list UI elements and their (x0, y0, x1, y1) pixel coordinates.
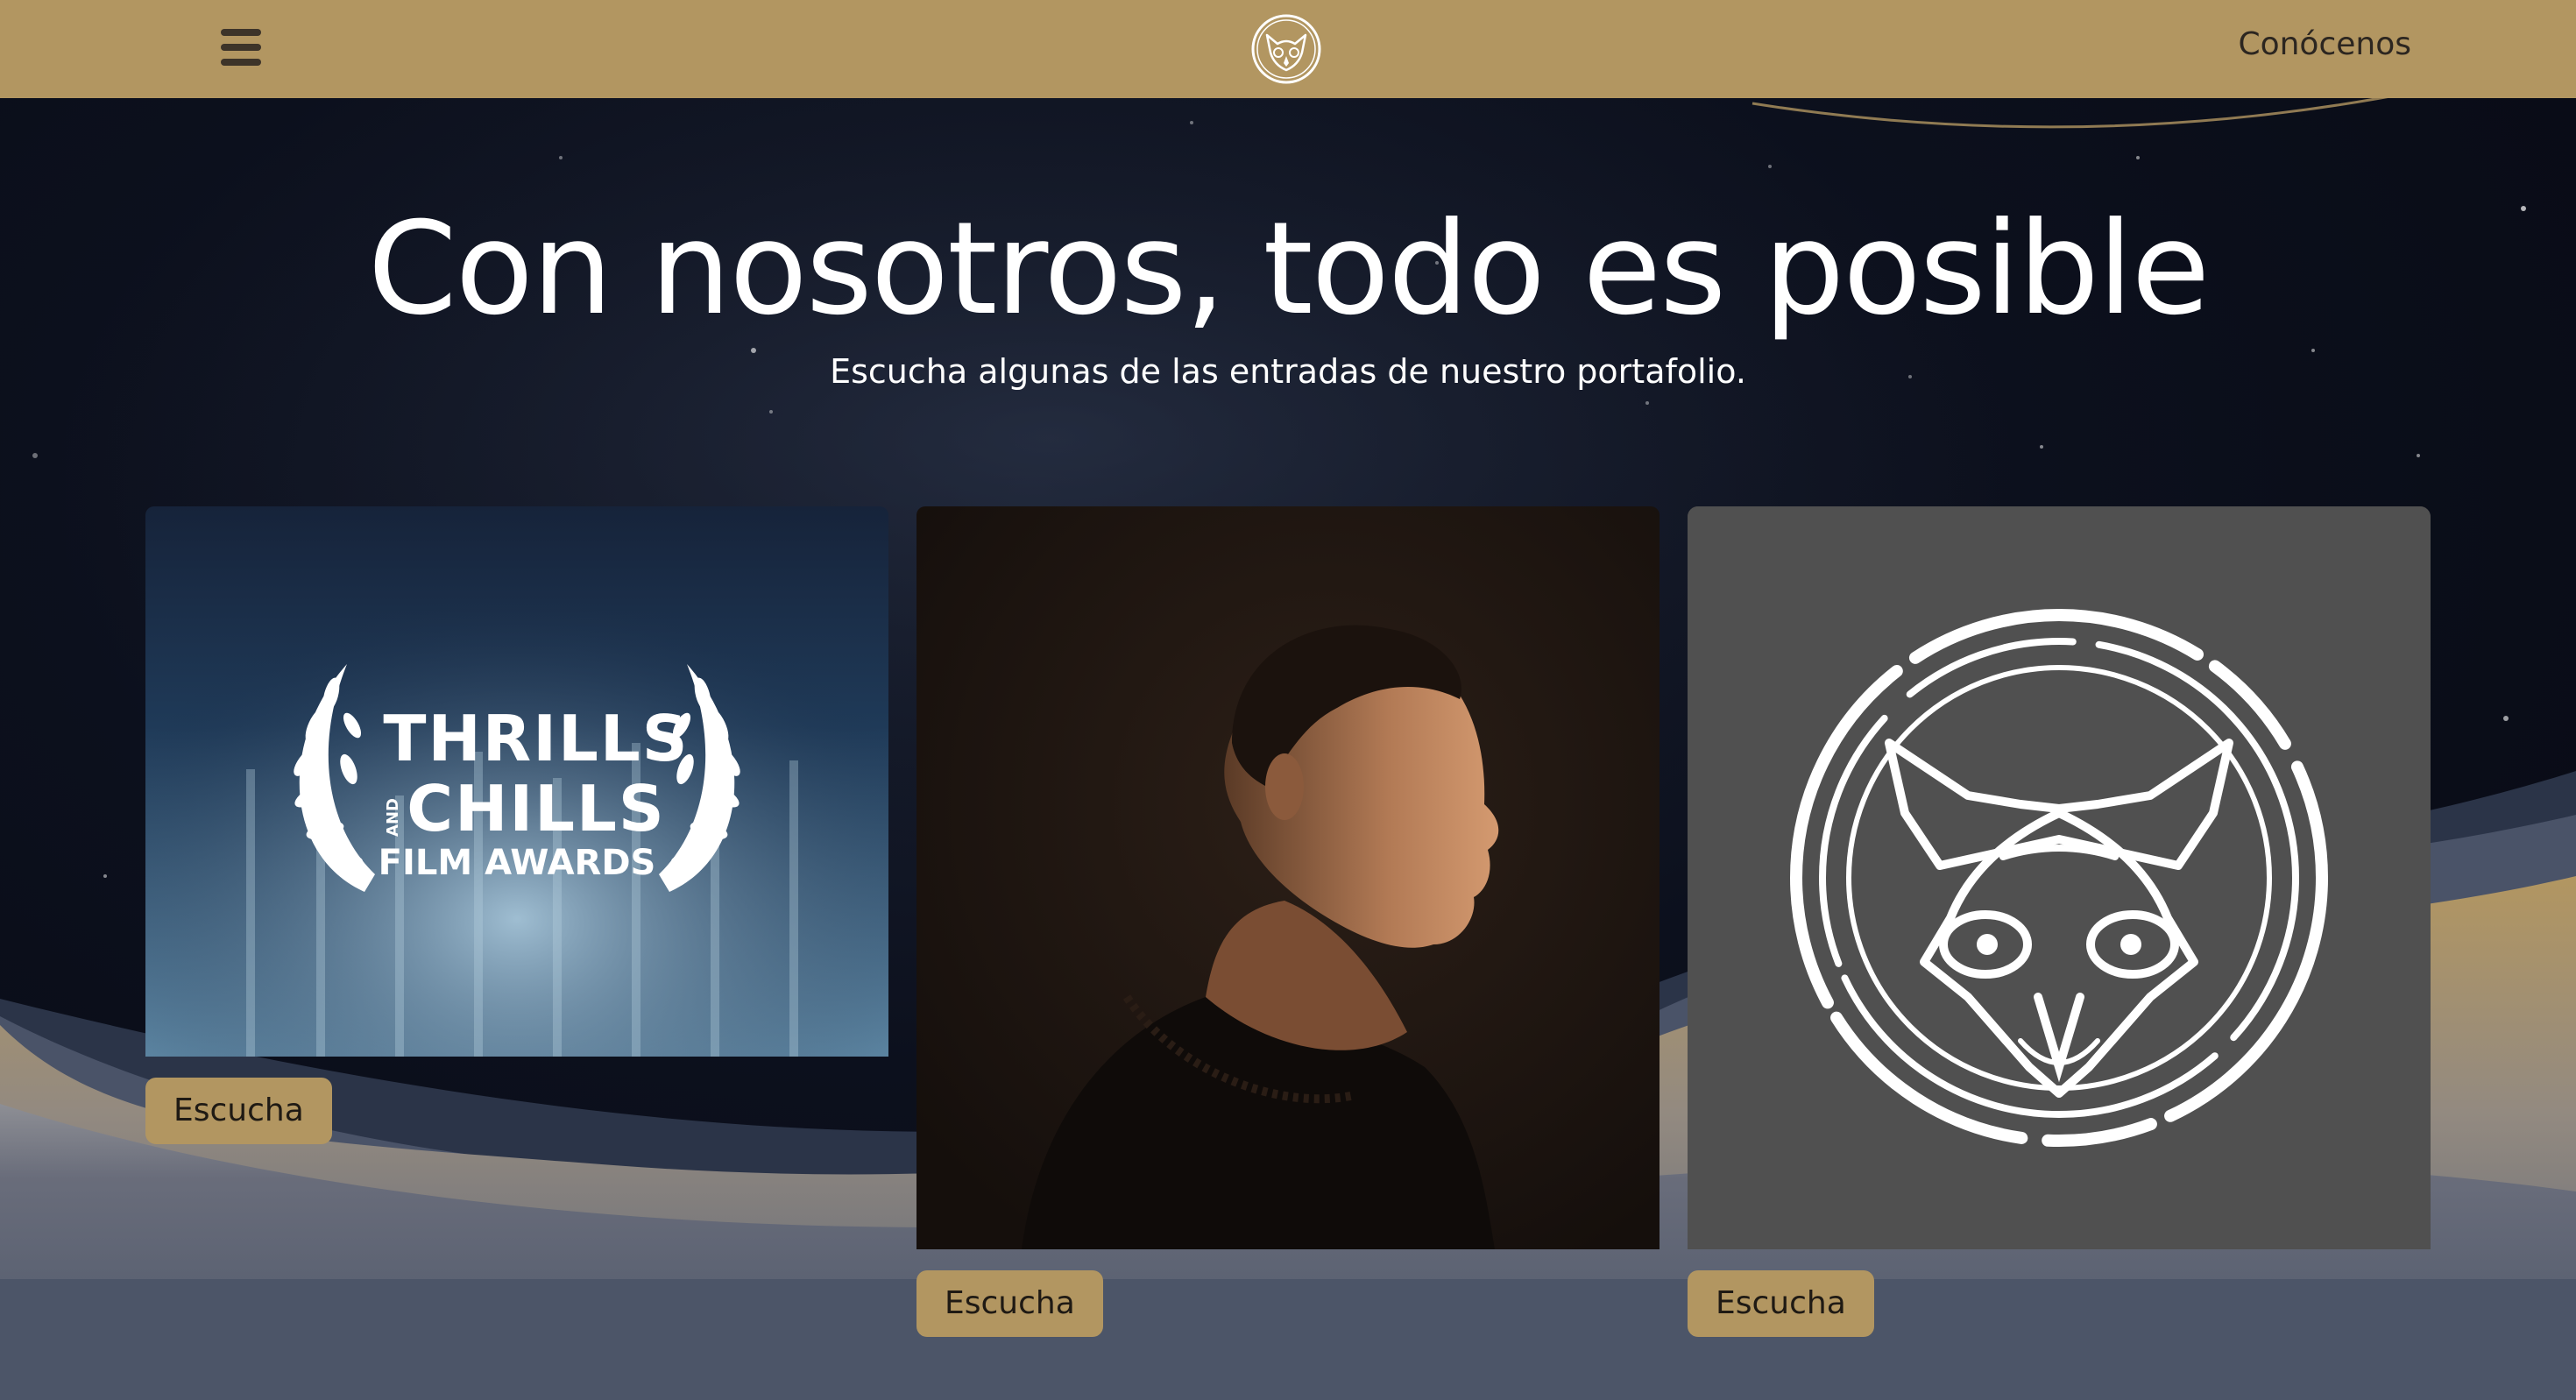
card-image-thrills-and-chills[interactable]: THRILLS AND CHILLS FILM AWARDS (145, 506, 888, 1057)
menu-bar-middle (221, 44, 261, 51)
hero-title: Con nosotros, todo es posible (367, 194, 2211, 343)
listen-button-3[interactable]: Escucha (1688, 1270, 1874, 1337)
hero-subtitle: Escucha algunas de las entradas de nuest… (830, 352, 1746, 391)
portfolio-card-2: Escucha (916, 506, 1660, 1337)
owl-logo-icon[interactable] (1249, 12, 1323, 86)
laurel-line-3: FILM AWARDS (379, 843, 656, 883)
about-us-link[interactable]: Conócenos (2238, 26, 2411, 62)
menu-bar-top (221, 29, 261, 36)
listen-button-2[interactable]: Escucha (916, 1270, 1103, 1337)
portfolio-card-1: THRILLS AND CHILLS FILM AWARDS Escucha (145, 506, 888, 1144)
laurel-and: AND (384, 798, 402, 837)
hamburger-menu-icon[interactable] (221, 29, 265, 67)
card-image-portrait[interactable] (916, 506, 1660, 1249)
thrills-and-chills-laurel-icon: THRILLS AND CHILLS FILM AWARDS (145, 506, 888, 1057)
laurel-line-1: THRILLS (383, 702, 689, 775)
top-navbar: Conócenos (0, 0, 2576, 98)
laurel-line-2: CHILLS (407, 772, 666, 845)
card-image-owl-emblem[interactable] (1688, 506, 2431, 1249)
owl-emblem-icon (1688, 506, 2431, 1249)
man-profile-portrait-icon (916, 506, 1660, 1249)
menu-bar-bottom (221, 59, 261, 66)
listen-button-1[interactable]: Escucha (145, 1078, 332, 1144)
portfolio-card-3: Escucha (1688, 506, 2431, 1337)
